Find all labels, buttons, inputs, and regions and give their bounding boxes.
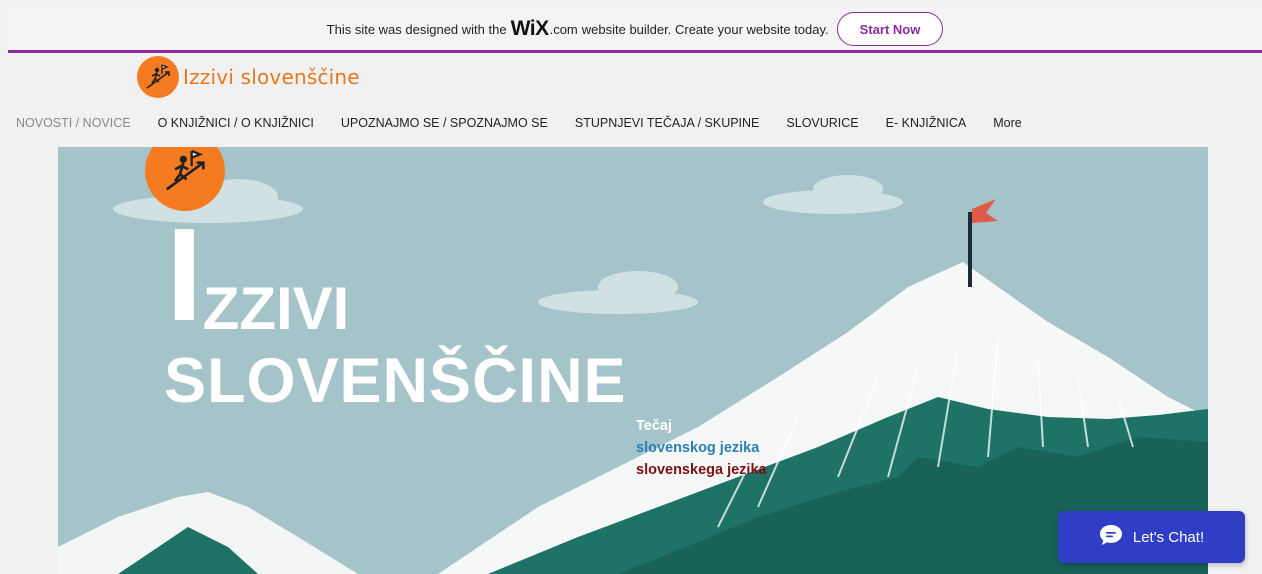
lets-chat-button[interactable]: Let's Chat! xyxy=(1058,511,1245,563)
banner-text-after: website builder. Create your website tod… xyxy=(581,21,829,37)
climber-flag-icon xyxy=(137,56,179,98)
chat-bubble-icon xyxy=(1099,524,1123,550)
wix-ad-banner: This site was designed with the WiX .com… xyxy=(8,8,1262,53)
course-line-3: slovenskega jezika xyxy=(636,462,767,478)
nav-item-novosti[interactable]: NOVOSTI / NOVICE xyxy=(16,116,131,130)
wix-logo: WiX xyxy=(510,17,549,40)
nav-item-stupnjevi-tecaja[interactable]: STUPNJEVI TEČAJA / SKUPINE xyxy=(575,116,760,130)
site-title: Izzivi slovenščine xyxy=(183,65,360,89)
nav-item-e-knjiznica[interactable]: E- KNJIŽNICA xyxy=(886,116,967,130)
course-line-2: slovenskog jezika xyxy=(636,440,760,456)
chat-label: Let's Chat! xyxy=(1132,528,1205,546)
nav-item-more[interactable]: More xyxy=(993,116,1021,130)
hero-title-rest: ZZIVI xyxy=(202,275,350,342)
hero-title-initial: I xyxy=(166,201,203,348)
start-now-button[interactable]: Start Now xyxy=(836,12,944,46)
hero-title-line2: SLOVENŠČINE xyxy=(164,346,627,416)
wix-logo-suffix: .com xyxy=(549,21,578,37)
nav-item-upoznajmo-se[interactable]: UPOZNAJMO SE / SPOZNAJMO SE xyxy=(341,116,548,130)
main-nav: NOVOSTI / NOVICE O KNJIŽNICI / O KNJIŽNI… xyxy=(16,114,1049,132)
banner-text-before: This site was designed with the xyxy=(326,21,507,37)
course-line-1: Tečaj xyxy=(636,418,673,434)
hero-title-line1: IZZIVI xyxy=(166,209,349,341)
nav-item-o-knjiznici[interactable]: O KNJIŽNICI / O KNJIŽNICI xyxy=(158,116,314,130)
nav-item-slovurice[interactable]: SLOVURICE xyxy=(786,116,858,130)
course-text: Tečaj slovenskog jezika slovenskega jezi… xyxy=(636,415,767,481)
hero-banner: IZZIVI SLOVENŠČINE Tečaj slovenskog jezi… xyxy=(58,147,1208,574)
site-logo[interactable]: Izzivi slovenščine xyxy=(137,56,360,98)
